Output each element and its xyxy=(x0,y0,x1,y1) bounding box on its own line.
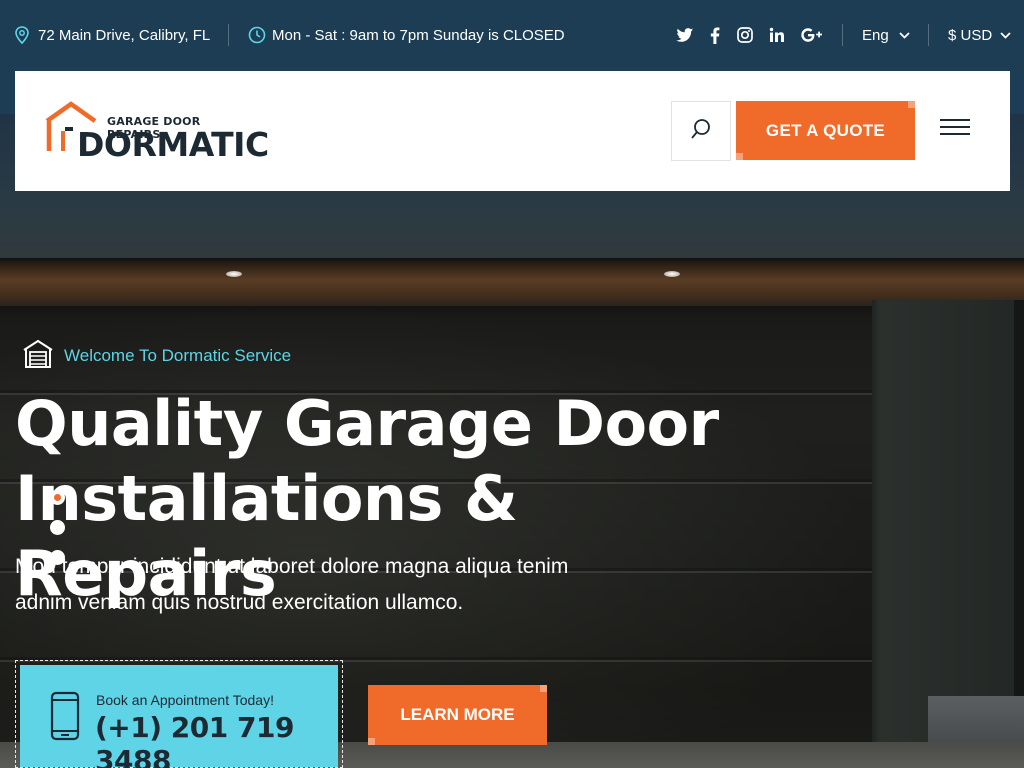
hero-subtitle-line: adnim veniam quis nostrud exercitation u… xyxy=(15,591,464,614)
hero-subtitle: Mod tempor incididunt ut laboret dolore … xyxy=(15,549,675,621)
appointment-box-inner: Book an Appointment Today! (+1) 201 719 … xyxy=(20,665,338,768)
slider-dot[interactable] xyxy=(50,520,65,535)
twitter-icon[interactable] xyxy=(676,24,694,46)
site-logo[interactable]: GARAGE DOOR REPAIRS DORMATIC xyxy=(43,101,269,164)
button-corner-accent xyxy=(540,685,547,692)
slider-dot-active[interactable] xyxy=(50,490,65,505)
button-corner-accent xyxy=(736,153,743,160)
hero-subtitle-line: Mod tempor incididunt ut laboret dolore … xyxy=(15,555,569,578)
mobile-phone-icon xyxy=(50,691,80,746)
get-quote-button[interactable]: GET A QUOTE xyxy=(736,101,915,160)
logo-name: DORMATIC xyxy=(77,125,269,164)
topbar-divider xyxy=(928,24,929,46)
language-value: Eng xyxy=(862,26,889,44)
topbar-divider xyxy=(842,24,843,46)
clock-icon xyxy=(248,26,266,44)
location-pin-icon xyxy=(14,26,30,44)
get-quote-label: GET A QUOTE xyxy=(765,120,886,140)
search-icon xyxy=(690,118,712,145)
facebook-icon[interactable] xyxy=(708,24,722,46)
learn-more-button[interactable]: LEARN MORE xyxy=(368,685,547,745)
chevron-down-icon xyxy=(1000,31,1011,39)
learn-more-label: LEARN MORE xyxy=(400,705,515,724)
currency-select[interactable]: $ USD xyxy=(948,24,1011,46)
linkedin-icon[interactable] xyxy=(768,24,786,46)
hero-title-line: Quality Garage Door xyxy=(15,387,719,460)
instagram-icon[interactable] xyxy=(736,24,754,46)
ceiling-light xyxy=(226,271,242,277)
topbar-divider xyxy=(228,24,229,46)
eyebrow-text: Welcome To Dormatic Service xyxy=(64,346,292,365)
hamburger-menu-icon[interactable] xyxy=(940,119,970,139)
address-text: 72 Main Drive, Calibry, FL xyxy=(38,26,211,44)
currency-value: $ USD xyxy=(948,26,993,44)
hours-item: Mon - Sat : 9am to 7pm Sunday is CLOSED xyxy=(248,24,565,46)
language-select[interactable]: Eng xyxy=(862,24,910,46)
site-header: GARAGE DOOR REPAIRS DORMATIC GET A QUOTE xyxy=(15,71,1010,191)
appointment-label: Book an Appointment Today! xyxy=(96,692,274,708)
appointment-phone[interactable]: (+1) 201 719 3488 xyxy=(95,711,338,768)
appointment-box[interactable]: Book an Appointment Today! (+1) 201 719 … xyxy=(15,660,343,768)
button-corner-accent xyxy=(908,101,915,108)
google-plus-icon[interactable] xyxy=(800,24,824,46)
hours-text: Mon - Sat : 9am to 7pm Sunday is CLOSED xyxy=(272,26,565,44)
chevron-down-icon xyxy=(899,31,910,39)
button-corner-accent xyxy=(368,738,375,745)
garage-ceiling-beam xyxy=(0,258,1024,306)
social-links xyxy=(672,24,832,46)
hero-eyebrow: Welcome To Dormatic Service xyxy=(22,339,292,374)
topbar: 72 Main Drive, Calibry, FL Mon - Sat : 9… xyxy=(0,0,1024,70)
address-item: 72 Main Drive, Calibry, FL xyxy=(14,24,210,46)
ceiling-light xyxy=(664,271,680,277)
search-button[interactable] xyxy=(671,101,731,161)
garage-icon xyxy=(22,339,54,374)
